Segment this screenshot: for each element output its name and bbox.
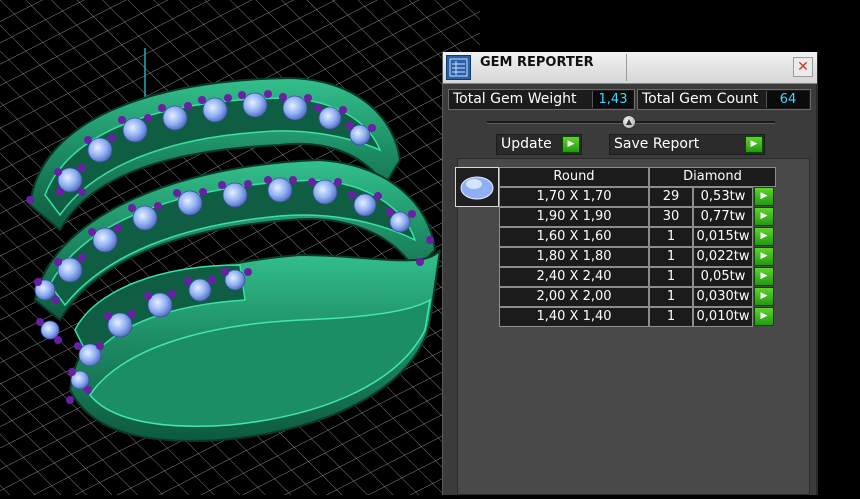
play-arrow-icon[interactable]: ▶ (754, 267, 774, 286)
play-arrow-icon[interactable]: ▶ (754, 307, 774, 326)
total-gem-weight-field: Total Gem Weight 1,43 (448, 89, 635, 110)
play-arrow-icon[interactable]: ▶ (754, 227, 774, 246)
gem-weight: 0,53tw (693, 187, 753, 207)
gem-size: 1,40 X 1,40 (499, 307, 649, 327)
total-gem-weight-label: Total Gem Weight (453, 91, 577, 107)
gem-reporter-panel: GEM REPORTER ✕ Total Gem Weight 1,43 Tot… (442, 52, 818, 495)
total-gem-count-label: Total Gem Count (642, 91, 759, 107)
total-gem-weight-value: 1,43 (592, 91, 633, 108)
gem-weight: 0,010tw (693, 307, 753, 327)
gem-size: 1,70 X 1,70 (499, 187, 649, 207)
slider-knob-icon[interactable]: ▲ (622, 115, 636, 129)
gem-count: 1 (649, 247, 693, 267)
panel-title: GEM REPORTER (480, 55, 594, 70)
play-arrow-icon[interactable]: ▶ (754, 287, 774, 306)
update-button[interactable]: Update ▶ (496, 134, 582, 155)
play-arrow-icon[interactable]: ▶ (754, 207, 774, 226)
play-arrow-icon[interactable]: ▶ (754, 187, 774, 206)
gem-count: 1 (649, 227, 693, 247)
gem-reporter-icon (446, 55, 471, 80)
shape-header: Round (499, 167, 649, 187)
gem-size: 1,90 X 1,90 (499, 207, 649, 227)
gem-weight: 0,022tw (693, 247, 753, 267)
round-gem-thumbnail (455, 167, 499, 207)
gem-size: 1,80 X 1,80 (499, 247, 649, 267)
total-gem-count-field: Total Gem Count 64 (637, 89, 811, 110)
gem-count: 1 (649, 307, 693, 327)
gem-count: 30 (649, 207, 693, 227)
play-arrow-icon[interactable]: ▶ (562, 136, 580, 153)
gem-weight: 0,77tw (693, 207, 753, 227)
save-report-label: Save Report (614, 136, 700, 152)
title-divider (626, 54, 627, 81)
gem-weight: 0,030tw (693, 287, 753, 307)
gem-weight: 0,05tw (693, 267, 753, 287)
total-gem-count-value: 64 (766, 91, 809, 108)
gem-size: 2,00 X 2,00 (499, 287, 649, 307)
title-bar[interactable]: GEM REPORTER ✕ (443, 52, 817, 84)
close-icon[interactable]: ✕ (793, 57, 813, 77)
gem-size: 1,60 X 1,60 (499, 227, 649, 247)
gem-weight: 0,015tw (693, 227, 753, 247)
gem-count: 1 (649, 267, 693, 287)
gem-count: 1 (649, 287, 693, 307)
gem-count: 29 (649, 187, 693, 207)
gem-size: 2,40 X 2,40 (499, 267, 649, 287)
save-report-button[interactable]: Save Report ▶ (609, 134, 765, 155)
play-arrow-icon[interactable]: ▶ (754, 247, 774, 266)
stone-header: Diamond (649, 167, 776, 187)
update-label: Update (501, 136, 552, 152)
play-arrow-icon[interactable]: ▶ (745, 136, 763, 153)
